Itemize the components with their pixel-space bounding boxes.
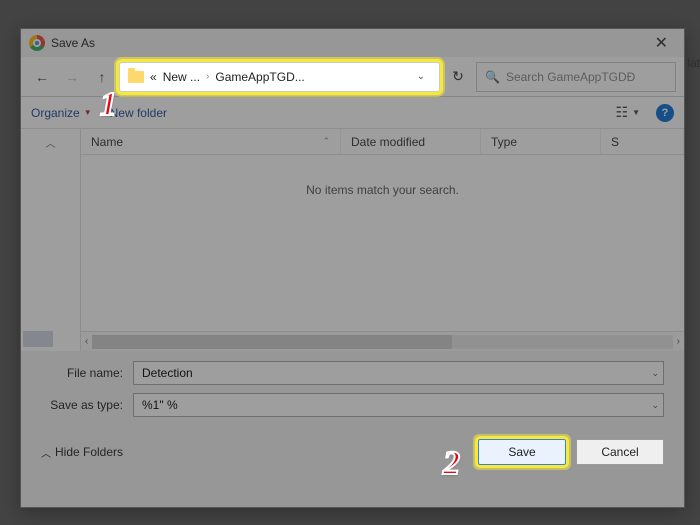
filename-label: File name:	[41, 366, 133, 380]
help-button[interactable]: ?	[656, 104, 674, 122]
breadcrumb-prefix: «	[150, 70, 157, 84]
empty-message: No items match your search.	[81, 155, 684, 331]
file-list: Name ⌃ Date modified Type S No items mat…	[81, 129, 684, 351]
breadcrumb-dropdown[interactable]: ⌄	[411, 71, 431, 82]
column-name[interactable]: Name ⌃	[81, 129, 341, 154]
save-button[interactable]: Save	[478, 439, 566, 465]
filename-input[interactable]: Detection ⌄	[133, 361, 664, 385]
view-options-button[interactable]: ☷ ▼	[610, 104, 646, 121]
savetype-dropdown-icon[interactable]: ⌄	[651, 400, 659, 411]
navigation-bar: ← → ↑ « New ... › GameAppTGD... ⌄ ↻ 🔍 Se…	[21, 57, 684, 97]
column-date[interactable]: Date modified	[341, 129, 481, 154]
new-folder-button[interactable]: New folder	[110, 106, 167, 120]
file-fields: File name: Detection ⌄ Save as type: %1"…	[21, 351, 684, 429]
hide-folders-toggle[interactable]: ︿ Hide Folders	[41, 445, 123, 460]
folder-icon	[128, 71, 144, 83]
savetype-label: Save as type:	[41, 398, 133, 412]
dialog-footer: ︿ Hide Folders Save Cancel	[21, 429, 684, 479]
tree-selection	[23, 331, 53, 347]
background-text: lat	[687, 56, 700, 70]
refresh-button[interactable]: ↻	[444, 63, 472, 91]
savetype-select[interactable]: %1" % ⌄	[133, 393, 664, 417]
forward-button[interactable]: →	[59, 64, 85, 90]
chevron-up-icon: ︿	[41, 445, 51, 460]
breadcrumb-segment[interactable]: New ...	[163, 70, 200, 84]
scroll-left-icon[interactable]: ‹	[85, 336, 88, 347]
scroll-track[interactable]	[92, 335, 672, 349]
filename-dropdown-icon[interactable]: ⌄	[651, 368, 659, 379]
search-icon: 🔍	[485, 70, 500, 84]
dropdown-icon: ▼	[84, 108, 92, 117]
chevron-right-icon: ›	[206, 71, 209, 82]
search-input[interactable]: 🔍 Search GameAppTGDĐ	[476, 62, 676, 92]
scroll-thumb[interactable]	[92, 335, 452, 349]
file-browser-body: ︿ Name ⌃ Date modified Type S No items m…	[21, 129, 684, 351]
close-button[interactable]: ✕	[647, 31, 676, 55]
savetype-value: %1" %	[142, 398, 178, 412]
window-title: Save As	[51, 36, 95, 50]
up-button[interactable]: ↑	[89, 64, 115, 90]
folder-tree[interactable]: ︿	[21, 129, 81, 351]
back-button[interactable]: ←	[29, 64, 55, 90]
column-size[interactable]: S	[601, 129, 684, 154]
cancel-button[interactable]: Cancel	[576, 439, 664, 465]
toolbar: Organize ▼ New folder ☷ ▼ ?	[21, 97, 684, 129]
column-headers: Name ⌃ Date modified Type S	[81, 129, 684, 155]
filename-value: Detection	[142, 366, 193, 380]
scroll-right-icon[interactable]: ›	[677, 336, 680, 347]
organize-menu[interactable]: Organize ▼	[31, 106, 92, 120]
breadcrumb-segment[interactable]: GameAppTGD...	[215, 70, 304, 84]
chrome-icon	[29, 35, 45, 51]
column-type[interactable]: Type	[481, 129, 601, 154]
title-bar: Save As ✕	[21, 29, 684, 57]
column-name-label: Name	[91, 135, 123, 149]
horizontal-scrollbar[interactable]: ‹ ›	[81, 331, 684, 351]
breadcrumb[interactable]: « New ... › GameAppTGD... ⌄	[119, 62, 440, 92]
tree-collapse-icon[interactable]: ︿	[46, 135, 56, 150]
hide-folders-label: Hide Folders	[55, 445, 123, 459]
search-placeholder: Search GameAppTGDĐ	[506, 70, 635, 84]
organize-label: Organize	[31, 106, 80, 120]
sort-icon: ⌃	[322, 136, 330, 147]
save-as-dialog: Save As ✕ ← → ↑ « New ... › GameAppTGD..…	[20, 28, 685, 508]
list-view-icon: ☷	[616, 104, 629, 121]
